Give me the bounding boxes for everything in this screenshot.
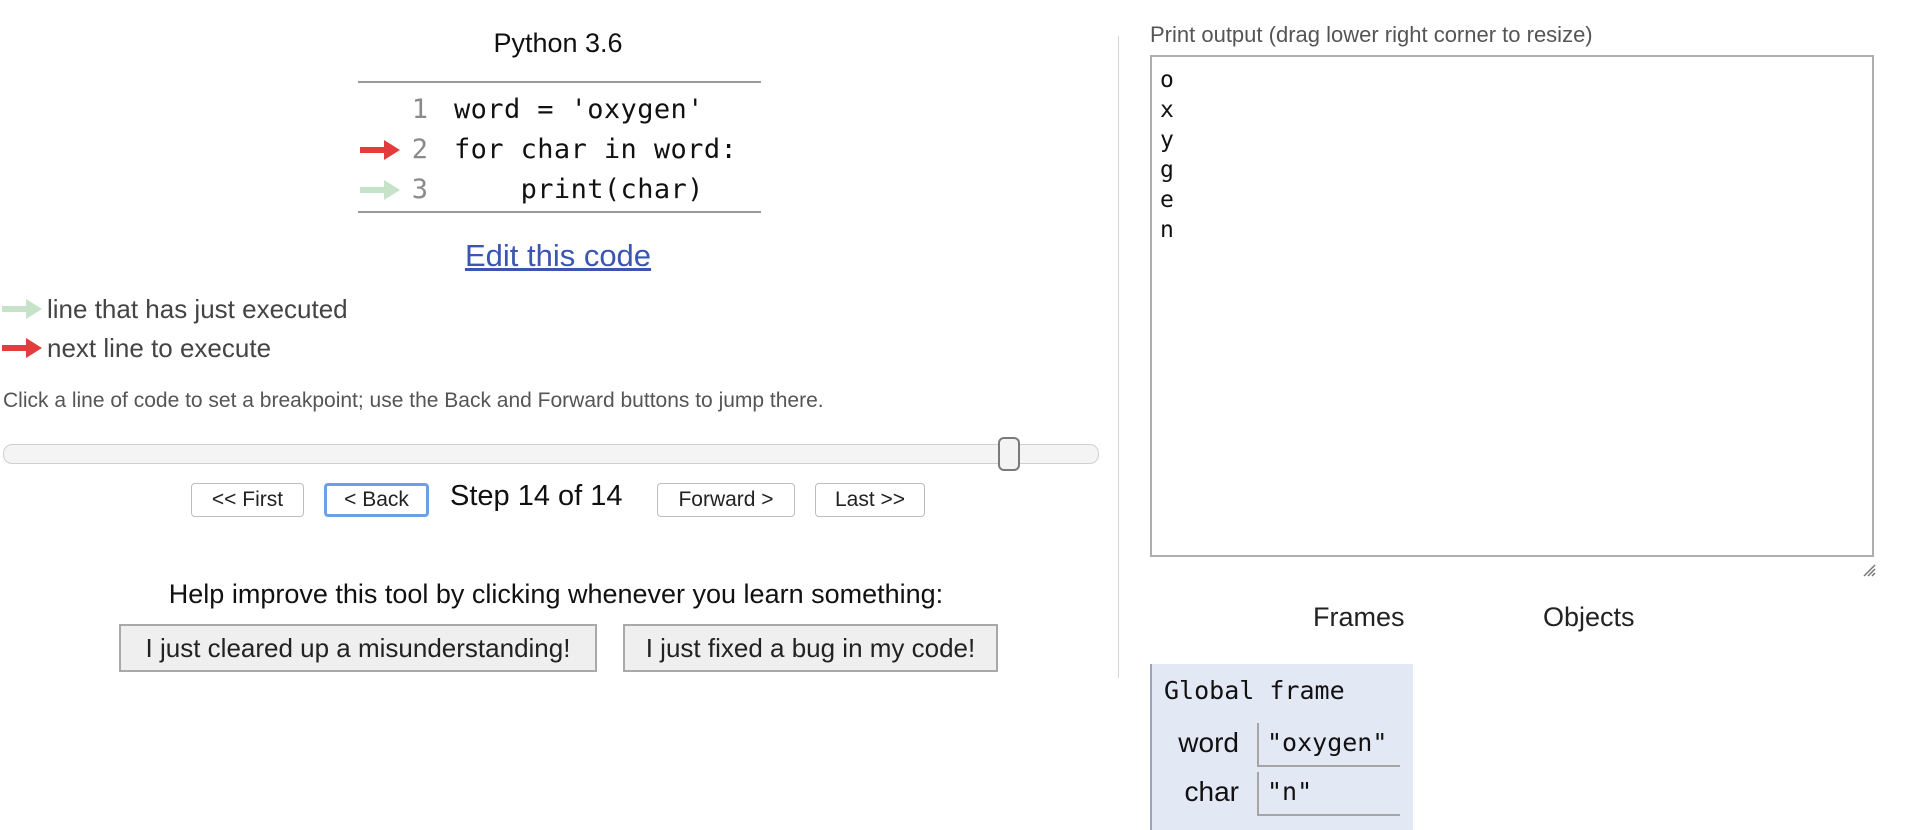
first-button[interactable]: << First	[191, 483, 304, 517]
code-line-3[interactable]: 3 print(char)	[358, 170, 761, 210]
line-number: 2	[411, 134, 428, 165]
cleared-misunderstanding-button[interactable]: I just cleared up a misunderstanding!	[119, 624, 597, 672]
code-line-1[interactable]: 1 word = 'oxygen'	[358, 90, 761, 130]
line-number: 3	[411, 174, 428, 205]
language-label: Python 3.6	[493, 28, 623, 58]
code-bottom-rule	[358, 211, 761, 213]
resize-grip-icon[interactable]	[1862, 563, 1876, 577]
objects-header: Objects	[1543, 602, 1635, 632]
step-counter: Step 14 of 14	[450, 480, 623, 512]
back-button[interactable]: < Back	[324, 483, 429, 517]
legend-next-text: next line to execute	[47, 333, 272, 363]
next-line-arrow-icon	[360, 140, 400, 160]
print-output-line: e	[1160, 187, 1174, 213]
variable-name-char: char	[1184, 776, 1239, 807]
print-output-line: x	[1160, 97, 1174, 123]
code-text: word = 'oxygen'	[454, 94, 704, 125]
frames-header: Frames	[1313, 602, 1405, 632]
next-arrow-icon	[2, 338, 42, 358]
forward-button[interactable]: Forward >	[657, 483, 795, 517]
line-number: 1	[411, 94, 428, 125]
step-slider-handle[interactable]	[998, 437, 1020, 471]
print-output-line: o	[1160, 67, 1174, 93]
global-frame-title: Global frame	[1164, 676, 1345, 705]
breakpoint-hint: Click a line of code to set a breakpoint…	[3, 389, 824, 412]
last-button[interactable]: Last >>	[815, 483, 925, 517]
print-output-box[interactable]: oxygen	[1150, 55, 1874, 557]
print-output-line: y	[1160, 127, 1174, 153]
feedback-prompt: Help improve this tool by clicking whene…	[168, 579, 944, 609]
code-text: print(char)	[454, 174, 704, 205]
edit-code-link[interactable]: Edit this code	[358, 238, 758, 274]
legend-executed-text: line that has just executed	[47, 294, 348, 324]
step-slider[interactable]	[3, 444, 1099, 464]
fixed-bug-button[interactable]: I just fixed a bug in my code!	[623, 624, 998, 672]
print-output-lines: oxygen	[1160, 65, 1174, 245]
print-output-line: g	[1160, 157, 1174, 183]
variable-name-word: word	[1178, 727, 1239, 758]
executed-line-arrow-icon	[360, 180, 400, 200]
code-top-rule	[358, 81, 761, 83]
print-output-line: n	[1160, 217, 1174, 243]
variable-value-word: "oxygen"	[1257, 723, 1400, 767]
code-text: for char in word:	[454, 134, 738, 165]
code-line-2[interactable]: 2 for char in word:	[358, 130, 761, 170]
variable-value-char: "n"	[1257, 772, 1400, 816]
panel-divider	[1118, 36, 1119, 678]
executed-arrow-icon	[2, 299, 42, 319]
print-output-label: Print output (drag lower right corner to…	[1150, 22, 1593, 47]
